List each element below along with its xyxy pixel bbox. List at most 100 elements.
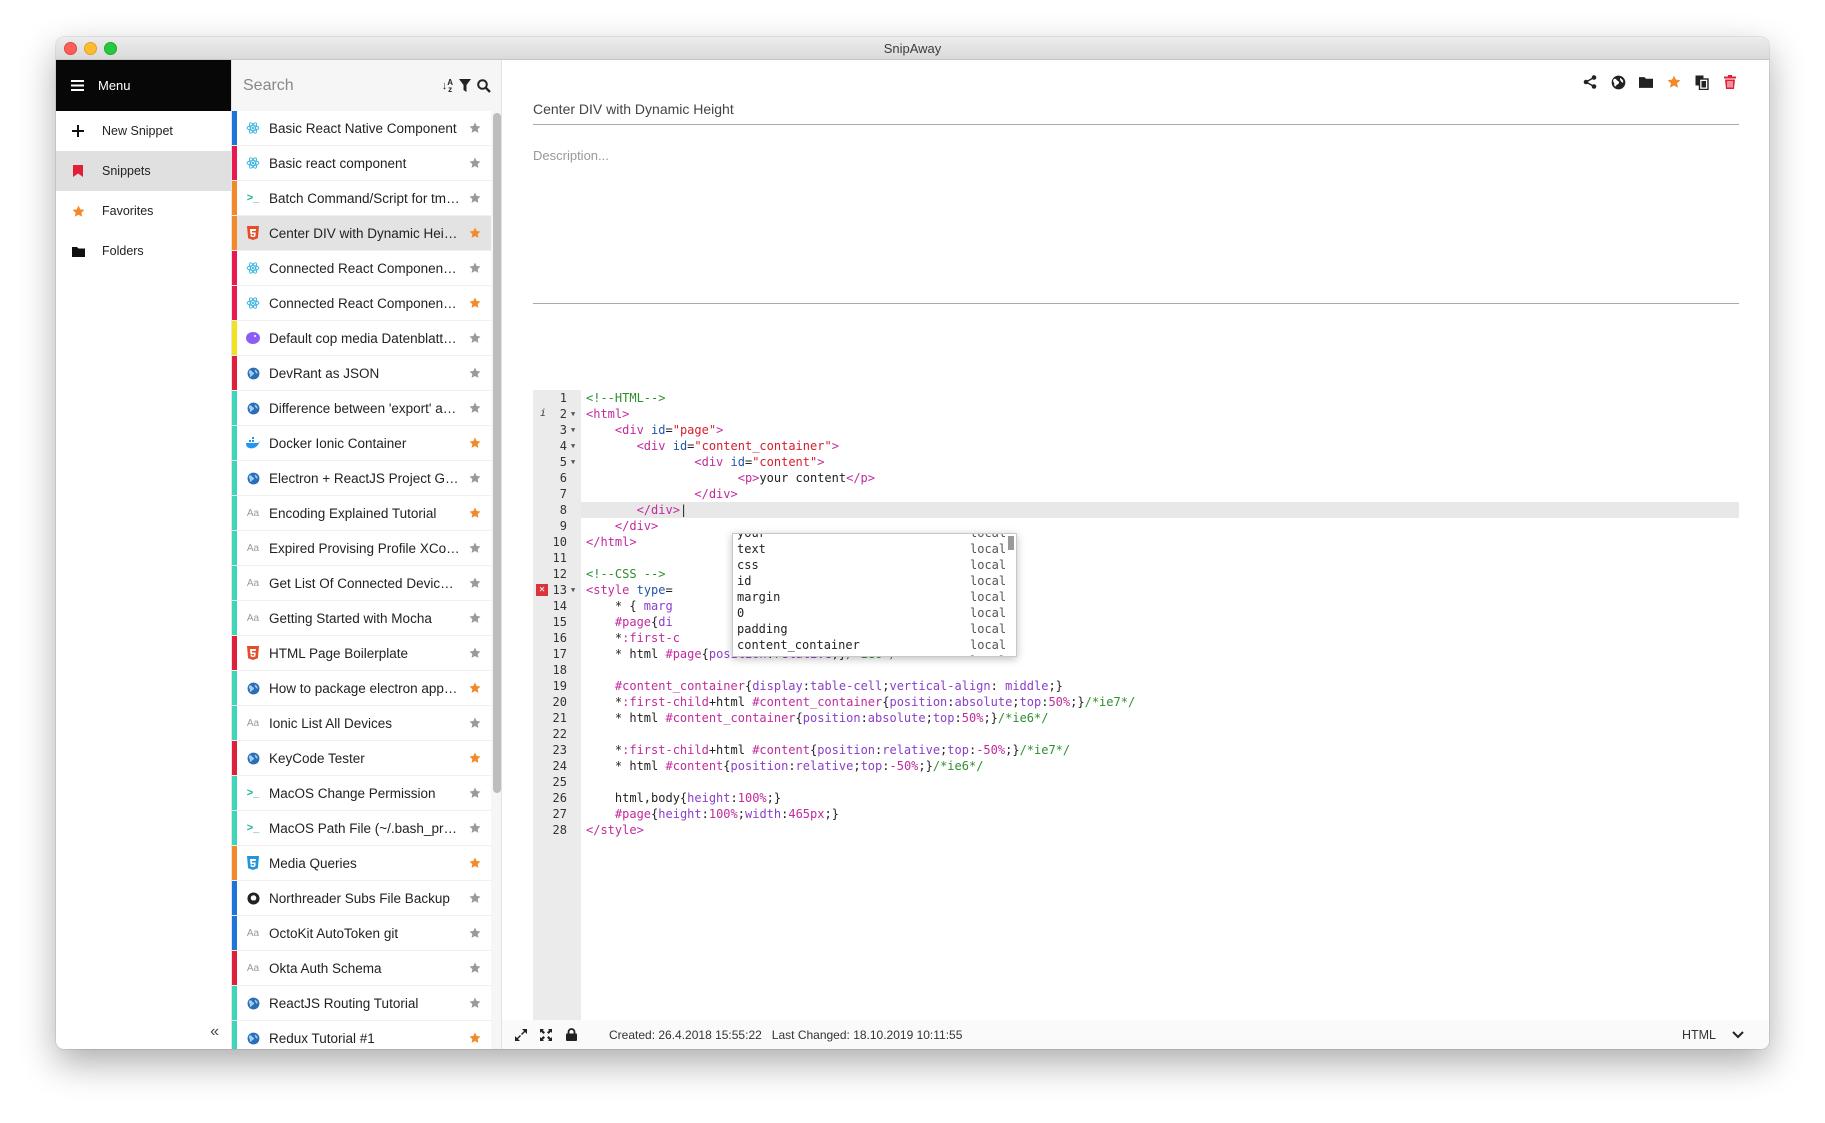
favorite-star-icon[interactable] bbox=[468, 261, 482, 275]
autocomplete-item[interactable]: id local bbox=[733, 573, 1016, 589]
favorite-star-icon[interactable] bbox=[468, 296, 482, 310]
snippet-list-item[interactable]: KeyCode Tester bbox=[232, 741, 491, 776]
error-annotation-icon[interactable]: ✕ bbox=[536, 584, 548, 596]
autocomplete-item[interactable]: your local bbox=[733, 534, 1016, 541]
search-input[interactable]: Search bbox=[243, 77, 442, 95]
favorite-star-icon[interactable] bbox=[468, 576, 482, 590]
menu-item-new-snippet[interactable]: New Snippet bbox=[56, 111, 231, 151]
autocomplete-item[interactable]: content_container local bbox=[733, 637, 1016, 653]
snippet-list-item[interactable]: Default cop media Datenblatt B... bbox=[232, 321, 491, 356]
autocomplete-item[interactable]: padding local bbox=[733, 621, 1016, 637]
snippet-list-item[interactable]: Connected React Component b... bbox=[232, 286, 491, 321]
favorite-star-icon[interactable] bbox=[468, 366, 482, 380]
menu-item-favorites[interactable]: Favorites bbox=[56, 191, 231, 231]
favorite-star-icon[interactable] bbox=[468, 996, 482, 1010]
snippet-list-item[interactable]: Aa Get List Of Connected Devices a... bbox=[232, 566, 491, 601]
fold-arrow-icon[interactable]: ▼ bbox=[571, 406, 575, 422]
snippet-list-item[interactable]: Aa Okta Auth Schema bbox=[232, 951, 491, 986]
favorite-star-icon[interactable] bbox=[468, 751, 482, 765]
snippet-list-item[interactable]: Connected React Component b... bbox=[232, 251, 491, 286]
snippet-list-item[interactable]: How to package electron app usi... bbox=[232, 671, 491, 706]
snippet-list-item[interactable]: Aa Encoding Explained Tutorial bbox=[232, 496, 491, 531]
filter-icon[interactable] bbox=[459, 79, 471, 92]
delete-icon[interactable] bbox=[1722, 74, 1738, 90]
code-line: <p>your content</p> bbox=[737, 471, 876, 485]
favorite-star-icon[interactable] bbox=[468, 891, 482, 905]
fold-arrow-icon[interactable]: ▼ bbox=[571, 438, 575, 454]
share-icon[interactable] bbox=[1582, 74, 1598, 90]
snippet-list-item[interactable]: DevRant as JSON bbox=[232, 356, 491, 391]
autocomplete-item[interactable]: 0 local bbox=[733, 605, 1016, 621]
favorite-star-icon[interactable] bbox=[468, 926, 482, 940]
snippet-list-item[interactable]: >_ MacOS Path File (~/.bash_profile) bbox=[232, 811, 491, 846]
snippet-list-item[interactable]: Aa Getting Started with Mocha bbox=[232, 601, 491, 636]
snippet-list-item[interactable]: Difference between 'export' and... bbox=[232, 391, 491, 426]
close-window-button[interactable] bbox=[64, 42, 77, 55]
favorite-star-icon[interactable] bbox=[468, 1031, 482, 1045]
favorite-star-icon[interactable] bbox=[468, 331, 482, 345]
language-mode-select[interactable]: HTML bbox=[1682, 1028, 1716, 1042]
sort-alpha-icon[interactable]: ↓ Az bbox=[442, 78, 453, 93]
snippet-list-item[interactable]: Media Queries bbox=[232, 846, 491, 881]
favorite-star-icon[interactable] bbox=[468, 436, 482, 450]
favorite-star-icon[interactable] bbox=[468, 156, 482, 170]
favorite-star-icon[interactable] bbox=[468, 821, 482, 835]
snippet-list-item[interactable]: Redux Tutorial #1 bbox=[232, 1021, 491, 1049]
autocomplete-item[interactable]: text local bbox=[733, 541, 1016, 557]
info-annotation-icon[interactable]: i bbox=[540, 406, 546, 422]
fold-arrow-icon[interactable]: ▼ bbox=[571, 582, 575, 598]
favorite-star-icon[interactable] bbox=[468, 401, 482, 415]
description-input[interactable]: Description... bbox=[533, 143, 1739, 304]
favorite-star-icon[interactable] bbox=[468, 506, 482, 520]
expand-icon[interactable] bbox=[514, 1028, 528, 1042]
favorite-star-icon[interactable] bbox=[468, 191, 482, 205]
code-editor[interactable]: 1 2 3 4 5 6 7 8 9 10 11 12 13 14 15 16 1… bbox=[533, 390, 1739, 1027]
autocomplete-item[interactable]: css local bbox=[733, 557, 1016, 573]
favorite-star-icon[interactable] bbox=[468, 121, 482, 135]
favorite-star-icon[interactable] bbox=[468, 716, 482, 730]
favorite-star-icon[interactable] bbox=[1666, 74, 1682, 90]
menu-item-folders[interactable]: Folders bbox=[56, 231, 231, 271]
snippet-list-item[interactable]: Aa Expired Provising Profile XCode bbox=[232, 531, 491, 566]
folder-icon[interactable] bbox=[1638, 74, 1654, 90]
fold-arrow-icon[interactable]: ▼ bbox=[571, 422, 575, 438]
snippet-list-item[interactable]: Basic react component bbox=[232, 146, 491, 181]
favorite-star-icon[interactable] bbox=[468, 961, 482, 975]
snippet-list-item[interactable]: Aa OctoKit AutoToken git bbox=[232, 916, 491, 951]
snippet-list-item[interactable]: Center DIV with Dynamic Height bbox=[232, 216, 491, 251]
snippet-list-item[interactable]: Electron + ReactJS Project Getti... bbox=[232, 461, 491, 496]
lock-icon[interactable] bbox=[564, 1028, 578, 1042]
autocomplete-item[interactable]: margin local bbox=[733, 589, 1016, 605]
globe-icon[interactable] bbox=[1610, 74, 1626, 90]
favorite-star-icon[interactable] bbox=[468, 611, 482, 625]
fullscreen-icon[interactable] bbox=[539, 1028, 553, 1042]
favorite-star-icon[interactable] bbox=[468, 786, 482, 800]
autocomplete-scrollbar[interactable] bbox=[1008, 536, 1014, 550]
chevron-down-icon[interactable] bbox=[1732, 1028, 1744, 1042]
favorite-star-icon[interactable] bbox=[468, 646, 482, 660]
snippet-list-item[interactable]: Northreader Subs File Backup bbox=[232, 881, 491, 916]
favorite-star-icon[interactable] bbox=[468, 471, 482, 485]
snippet-list-item[interactable]: Docker Ionic Container bbox=[232, 426, 491, 461]
favorite-star-icon[interactable] bbox=[468, 856, 482, 870]
snippet-list-item[interactable]: Aa Ionic List All Devices bbox=[232, 706, 491, 741]
snippet-list-item[interactable]: >_ Batch Command/Script for tmp ... bbox=[232, 181, 491, 216]
snippet-list-item[interactable]: HTML Page Boilerplate bbox=[232, 636, 491, 671]
favorite-star-icon[interactable] bbox=[468, 226, 482, 240]
collapse-sidebar-button[interactable]: « bbox=[210, 1023, 219, 1041]
zoom-window-button[interactable] bbox=[104, 42, 117, 55]
list-scrollbar[interactable] bbox=[493, 113, 501, 793]
snippet-title-input[interactable]: Center DIV with Dynamic Height bbox=[533, 93, 1739, 125]
menu-item-snippets[interactable]: Snippets bbox=[56, 151, 231, 191]
favorite-star-icon[interactable] bbox=[468, 541, 482, 555]
snippet-list-item[interactable]: Basic React Native Component bbox=[232, 111, 491, 146]
menu-header[interactable]: Menu bbox=[56, 60, 231, 111]
copy-icon[interactable] bbox=[1694, 74, 1710, 90]
fold-arrow-icon[interactable]: ▼ bbox=[571, 454, 575, 470]
search-icon[interactable] bbox=[477, 78, 491, 93]
snippet-list-item[interactable]: ReactJS Routing Tutorial bbox=[232, 986, 491, 1021]
autocomplete-item[interactable]: pagelocal bbox=[733, 653, 1016, 656]
snippet-list-item[interactable]: >_ MacOS Change Permission bbox=[232, 776, 491, 811]
favorite-star-icon[interactable] bbox=[468, 681, 482, 695]
minimize-window-button[interactable] bbox=[84, 42, 97, 55]
